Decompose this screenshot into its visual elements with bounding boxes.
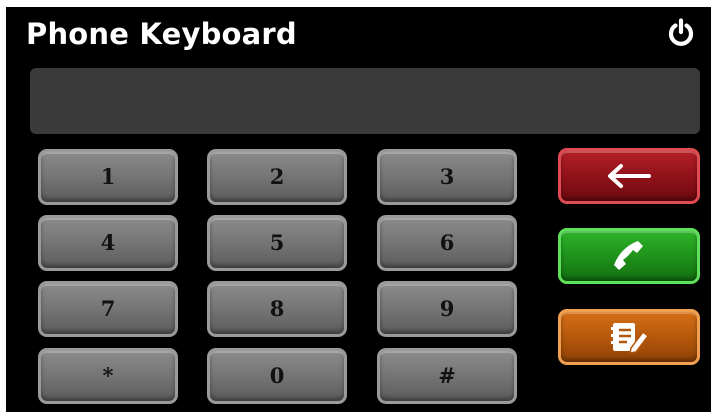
- key-2[interactable]: 2: [207, 149, 347, 205]
- key-hash[interactable]: #: [377, 348, 517, 404]
- call-button[interactable]: [558, 228, 700, 284]
- key-8[interactable]: 8: [207, 281, 347, 337]
- key-7[interactable]: 7: [38, 281, 178, 337]
- left-arrow-icon: [608, 164, 651, 188]
- key-3[interactable]: 3: [377, 149, 517, 205]
- key-9[interactable]: 9: [377, 281, 517, 337]
- key-0[interactable]: 0: [207, 348, 347, 404]
- key-1[interactable]: 1: [38, 149, 178, 205]
- key-5[interactable]: 5: [207, 215, 347, 271]
- address-book-icon: [611, 323, 650, 354]
- number-display: [30, 68, 700, 134]
- power-icon: [668, 18, 694, 46]
- backspace-button[interactable]: [558, 148, 700, 204]
- key-6[interactable]: 6: [377, 215, 517, 271]
- phone-keyboard-screen: Phone Keyboard 1 2 3 4 5 6 7 8 9 * 0 #: [6, 7, 711, 412]
- page-title: Phone Keyboard: [26, 17, 297, 51]
- key-star[interactable]: *: [38, 348, 178, 404]
- phone-handset-icon: [614, 241, 643, 270]
- contacts-button[interactable]: [558, 309, 700, 365]
- key-4[interactable]: 4: [38, 215, 178, 271]
- power-button[interactable]: [665, 17, 697, 49]
